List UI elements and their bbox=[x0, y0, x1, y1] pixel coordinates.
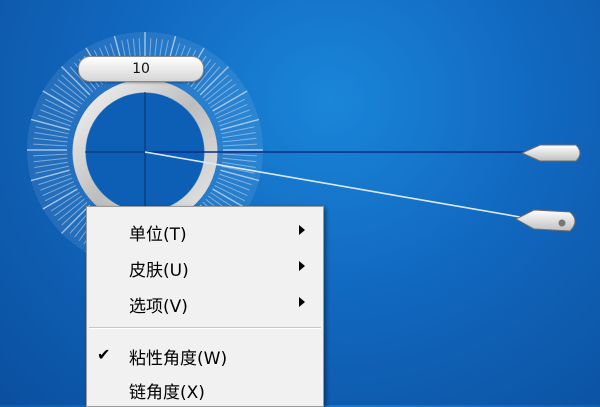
menu-divider bbox=[89, 327, 321, 329]
menu-item-label: 单位(T) bbox=[129, 225, 187, 245]
menu-item-label: 粘性角度(W) bbox=[129, 349, 228, 369]
angle-readout: 10 bbox=[78, 56, 204, 82]
menu-item-label: 选项(V) bbox=[129, 297, 188, 317]
menu-item-label: 皮肤(U) bbox=[129, 261, 189, 281]
submenu-arrow-icon bbox=[299, 297, 305, 307]
menu-item-sticky-angle[interactable]: ✔ 粘性角度(W) bbox=[87, 339, 323, 371]
menu-item-skin[interactable]: 皮肤(U) bbox=[87, 251, 323, 283]
menu-item-options[interactable]: 选项(V) bbox=[87, 287, 323, 319]
submenu-arrow-icon bbox=[299, 225, 305, 235]
submenu-arrow-icon bbox=[299, 261, 305, 271]
checkmark-icon: ✔ bbox=[97, 345, 111, 364]
context-menu: 单位(T) 皮肤(U) 选项(V) ✔ 粘性角度(W) 链角度(X) bbox=[86, 206, 324, 407]
menu-item-chain-angle[interactable]: 链角度(X) bbox=[87, 373, 323, 405]
angle-arm-handle[interactable] bbox=[514, 209, 576, 232]
baseline-handle[interactable] bbox=[520, 144, 581, 162]
angle-value: 10 bbox=[132, 61, 150, 77]
desktop: 10 单位(T) 皮肤(U) 选项(V) ✔ 粘性角度(W) 链角度(X) bbox=[0, 0, 600, 407]
menu-item-units[interactable]: 单位(T) bbox=[87, 215, 323, 247]
menu-item-label: 链角度(X) bbox=[129, 383, 205, 403]
